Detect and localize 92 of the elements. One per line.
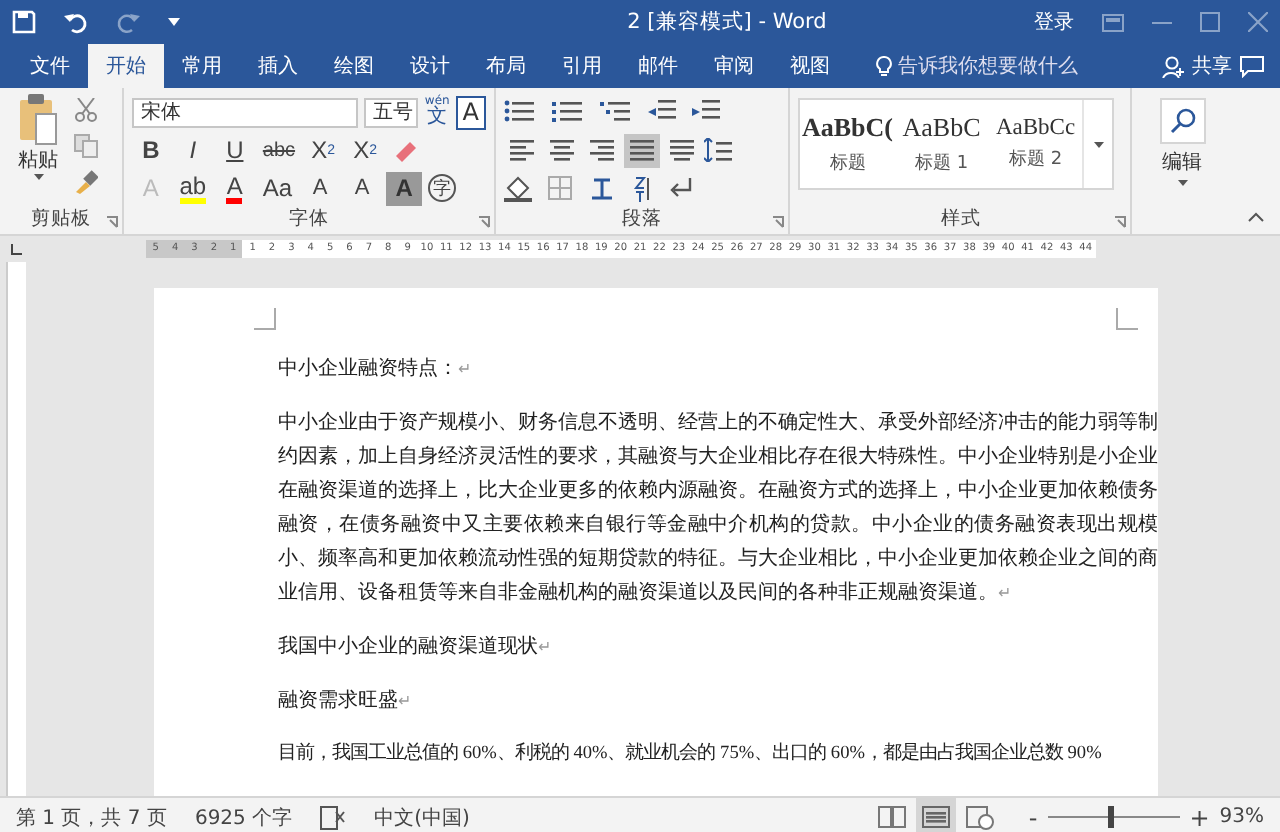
- sign-in-link[interactable]: 登录: [1034, 8, 1074, 36]
- launcher-icon[interactable]: [477, 216, 490, 228]
- caret-icon[interactable]: [1093, 141, 1104, 147]
- language-indicator[interactable]: 中文(中国): [374, 803, 470, 831]
- share-button[interactable]: 共享: [1192, 52, 1232, 80]
- zoom-out-button[interactable]: -: [1028, 803, 1038, 831]
- font-size-field[interactable]: 五号: [364, 97, 419, 127]
- style-name: 标题: [829, 151, 866, 176]
- bullets-icon[interactable]: [503, 100, 536, 124]
- enclose-button[interactable]: 字: [428, 174, 457, 202]
- word-count[interactable]: 6925 个字: [194, 803, 293, 831]
- redo-icon[interactable]: [116, 10, 140, 34]
- editing-button[interactable]: 编辑: [1162, 148, 1203, 176]
- highlight-button[interactable]: ab: [174, 171, 211, 205]
- ribbon-tab[interactable]: 邮件: [620, 44, 696, 88]
- person-icon[interactable]: [1162, 55, 1184, 77]
- increase-indent-icon[interactable]: [691, 100, 720, 124]
- sort-icon[interactable]: [631, 175, 652, 201]
- crop-mark: [1116, 308, 1138, 330]
- paintbrush-icon[interactable]: [74, 170, 98, 194]
- zoom-in-button[interactable]: +: [1189, 803, 1210, 831]
- group-label: 段落: [620, 206, 665, 234]
- tell-me-field[interactable]: 告诉我你想要做什么: [898, 52, 1078, 80]
- group-label: 剪贴板: [29, 206, 94, 234]
- collapse-ribbon-icon[interactable]: [1248, 212, 1264, 222]
- shade-button[interactable]: A: [386, 171, 423, 205]
- view-button[interactable]: [916, 798, 957, 832]
- window-title: 2 [兼容模式] - Word: [625, 8, 829, 36]
- document-paragraph: 中小企业由于资产规模小、财务信息不透明、经营上的不确定性大、承受外部经济冲击的能力弱等制约因素，加上自身经济灵活性的要求，其融资与大企业相比存在很大特殊性。中小企业特别是小企业在融资渠道的选择上，比大企业更多的依赖内源融资。在融资方式的选择上，中小企业更加依赖债务融资，在债务融资中又主要依赖来自银行等金融中介机构的贷款。中小企业的债务融资表现出规模小、频率高和更加依赖流动性强的短期贷款的特征。与大企业相比，中小企业更加依赖企业之间的商业信用、设备租赁等来自非金融机构的融资渠道以及民间的各种非正规融资渠道。↵: [278, 409, 1158, 608]
- bold-button[interactable]: B: [132, 133, 169, 167]
- group-label: 字体: [287, 206, 332, 234]
- ribbon-tab[interactable]: 开始: [88, 44, 164, 88]
- caret-icon[interactable]: [33, 174, 43, 180]
- character-border-button[interactable]: A: [455, 95, 486, 129]
- save-icon[interactable]: [12, 10, 36, 34]
- scissors-icon[interactable]: [74, 98, 98, 122]
- line-spacing-icon[interactable]: [703, 138, 732, 162]
- shading-icon[interactable]: [503, 175, 532, 201]
- document-paragraph: 中小企业融资特点：↵: [278, 355, 474, 384]
- tab-stop-icon[interactable]: [10, 243, 22, 255]
- paste-button[interactable]: 粘贴: [18, 146, 58, 174]
- grow-button[interactable]: A: [302, 171, 339, 205]
- ribbon-tab[interactable]: 引用: [544, 44, 620, 88]
- font-name-field[interactable]: 宋体: [132, 97, 359, 127]
- superscript-button[interactable]: X$^{2}$: [347, 133, 384, 167]
- dropdown-caret-icon[interactable]: [168, 18, 180, 26]
- document-paragraph: 融资需求旺盛↵: [278, 687, 414, 716]
- ribbon-tab[interactable]: 插入: [240, 44, 316, 88]
- italic-button[interactable]: I: [174, 133, 211, 167]
- ribbon-tab[interactable]: 视图: [772, 44, 848, 88]
- decrease-indent-icon[interactable]: [647, 100, 676, 124]
- align-button[interactable]: [623, 133, 660, 167]
- ribbon-display-icon[interactable]: [1102, 13, 1124, 31]
- clipboard-icon[interactable]: [18, 94, 58, 146]
- proofing-icon[interactable]: [320, 805, 347, 829]
- strike-button[interactable]: abc: [258, 133, 300, 167]
- ribbon-tab[interactable]: 审阅: [696, 44, 772, 88]
- caret-icon[interactable]: [1177, 180, 1188, 186]
- undo-icon[interactable]: [64, 10, 88, 34]
- launcher-icon[interactable]: [772, 216, 785, 228]
- style-name: 标题 1: [914, 151, 969, 176]
- ribbon-tab[interactable]: 设计: [392, 44, 468, 88]
- launcher-icon[interactable]: [106, 216, 119, 228]
- style-preview[interactable]: AaBbC(: [802, 112, 894, 144]
- zoom-percent[interactable]: 93%: [1219, 806, 1264, 828]
- ribbon-tab[interactable]: 布局: [468, 44, 544, 88]
- underline-button[interactable]: U: [216, 133, 253, 167]
- style-preview[interactable]: AaBbCc: [995, 116, 1076, 140]
- crop-mark: [254, 308, 276, 330]
- slider-thumb[interactable]: [1107, 806, 1114, 828]
- multilevel-list-icon[interactable]: [599, 100, 632, 124]
- document-paragraph: 我国中小企业的融资渠道现状↵: [278, 633, 554, 662]
- lightbulb-icon[interactable]: [876, 55, 892, 77]
- font-color-button[interactable]: A: [216, 171, 253, 205]
- comment-icon[interactable]: [1240, 55, 1264, 77]
- style-name: 标题 2: [1008, 147, 1063, 172]
- document-paragraph: 目前，我国工业总值的 60%、利税的 40%、就业机会的 75%、出口的 60%，都是由占我国企业总数 90%: [278, 740, 1102, 768]
- search-icon[interactable]: [1169, 108, 1196, 134]
- paragraph-marks-icon[interactable]: [667, 176, 692, 200]
- page-count[interactable]: 第 1 页，共 7 页: [16, 803, 167, 831]
- group-label: 样式: [938, 206, 983, 234]
- close-icon[interactable]: [1248, 12, 1268, 32]
- asian-layout-icon[interactable]: [587, 176, 616, 200]
- style-preview[interactable]: AaBbC: [902, 112, 981, 144]
- case-button[interactable]: Aa: [258, 171, 297, 205]
- ribbon-tab[interactable]: 文件: [12, 44, 88, 88]
- maximize-icon[interactable]: [1200, 12, 1220, 32]
- launcher-icon[interactable]: [1114, 216, 1127, 228]
- numbering-icon[interactable]: [551, 100, 584, 124]
- ribbon-tab[interactable]: 常用: [164, 44, 240, 88]
- shrink-button[interactable]: A: [344, 171, 381, 205]
- ribbon-tab[interactable]: 绘图: [316, 44, 392, 88]
